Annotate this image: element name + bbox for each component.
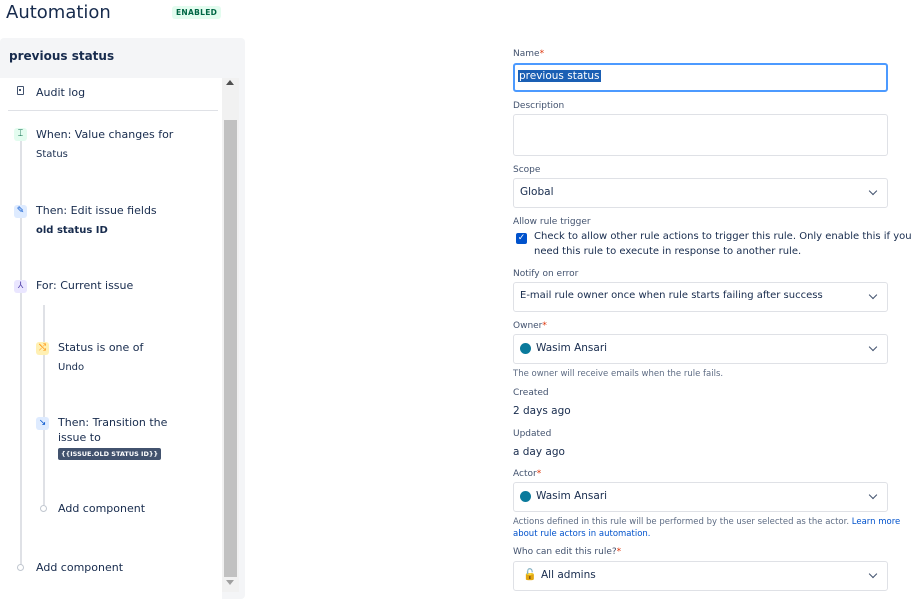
add-component-button[interactable]: Add component [36, 560, 123, 575]
scope-label: Scope [513, 165, 541, 175]
page-title: Automation [6, 2, 111, 23]
trigger-step-title[interactable]: When: Value changes for [36, 127, 173, 142]
description-label: Description [513, 101, 565, 111]
scope-select-value: Global [520, 186, 554, 198]
notify-select-value: E-mail rule owner once when rule starts … [520, 290, 823, 301]
actor-help-text: Actions defined in this rule will be per… [513, 517, 901, 527]
edit-step-detail: old status ID [36, 225, 108, 236]
add-component-branch-button[interactable]: Add component [58, 501, 145, 516]
owner-select-value: Wasim Ansari [536, 342, 608, 354]
updated-value: a day ago [513, 446, 565, 458]
add-component-dot-icon [17, 564, 24, 571]
scroll-down-icon[interactable] [226, 580, 234, 585]
scope-select[interactable] [513, 178, 888, 208]
condition-shuffle-icon: ⤭ [36, 342, 49, 355]
condition-step-detail: Undo [58, 362, 85, 373]
edit-step-title[interactable]: Then: Edit issue fields [36, 203, 157, 218]
scrollbar-thumb[interactable] [224, 120, 237, 577]
owner-label: Owner* [513, 321, 547, 331]
rule-title: previous status [9, 49, 115, 63]
updated-label: Updated [513, 429, 552, 439]
trigger-icon: ⌶ [14, 128, 27, 141]
smart-value-tag: {{ISSUE.OLD STATUS ID}} [58, 448, 162, 460]
transition-icon: ↘ [36, 417, 49, 430]
audit-log-label[interactable]: Audit log [36, 86, 85, 99]
avatar [520, 343, 531, 354]
name-input-value[interactable]: previous status [518, 70, 601, 82]
allow-trigger-text-line2: need this rule to execute in response to… [534, 246, 802, 257]
audit-log-item[interactable] [0, 80, 222, 106]
condition-step-title[interactable]: Status is one of [58, 340, 143, 355]
audit-log-icon [17, 86, 24, 95]
allow-trigger-text-line1: Check to allow other rule actions to tri… [534, 231, 912, 242]
edit-permission-value: All admins [541, 569, 596, 581]
status-badge: ENABLED [172, 6, 222, 19]
created-value: 2 days ago [513, 405, 571, 417]
learn-more-link-continued[interactable]: about rule actors in automation. [513, 529, 651, 539]
actor-select-value: Wasim Ansari [536, 490, 608, 502]
scroll-up-icon[interactable] [226, 80, 234, 85]
actor-label: Actor* [513, 469, 542, 479]
avatar [520, 491, 531, 502]
add-component-dot-icon [40, 505, 47, 512]
divider [8, 110, 218, 111]
edit-permission-label: Who can edit this rule?* [513, 547, 622, 557]
description-textarea[interactable] [513, 114, 888, 156]
learn-more-link[interactable]: Learn more [852, 517, 900, 527]
lock-icon: 🔓 [523, 568, 537, 581]
allow-trigger-label: Allow rule trigger [513, 217, 591, 227]
transition-step-title-line2[interactable]: issue to [58, 430, 101, 445]
connector-line [20, 130, 22, 565]
branch-step-title[interactable]: For: Current issue [36, 278, 133, 293]
edit-pencil-icon: ✎ [14, 205, 27, 218]
branch-connector-line [43, 305, 45, 505]
created-label: Created [513, 388, 549, 398]
trigger-step-detail: Status [36, 149, 68, 160]
owner-help-text: The owner will receive emails when the r… [513, 369, 724, 379]
transition-step-title-line1[interactable]: Then: Transition the [58, 415, 167, 430]
name-label: Name* [513, 49, 545, 59]
allow-trigger-checkbox[interactable]: ✓ [516, 233, 527, 244]
notify-label: Notify on error [513, 269, 579, 279]
rule-component-list [0, 78, 222, 599]
branch-icon: ⅄ [14, 280, 27, 293]
